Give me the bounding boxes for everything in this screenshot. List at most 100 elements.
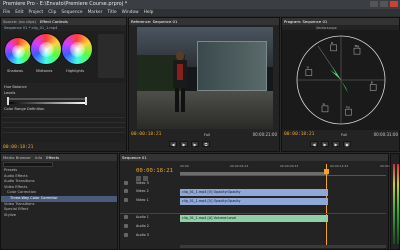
effects-panel: Media Browser Info Effects Presets Audio … — [0, 153, 118, 250]
program-timecode-current[interactable]: 00:00:18:21 — [284, 132, 314, 137]
track-area: Video 3 Video 2 Video 1 Audio 1 Audio 2 Audio… — [120, 180, 386, 248]
speaker-icon[interactable] — [124, 215, 128, 219]
wheel-area: Shadows Midtones Highlights — [2, 31, 125, 83]
tab-sequence[interactable]: Sequence 01 — [122, 154, 147, 161]
color-range-label: Color Range Definition — [4, 107, 45, 111]
pavement — [137, 91, 273, 129]
wheel-settings-strip — [98, 34, 124, 78]
playhead-handle[interactable] — [324, 169, 329, 174]
track-header[interactable]: Audio 1 — [136, 215, 149, 219]
program-zoom-select[interactable]: Full — [341, 133, 347, 137]
track-video-3: Video 3 — [120, 180, 358, 188]
vectorscope-target-label: Mg — [355, 44, 360, 48]
midtones-wheel[interactable] — [30, 33, 62, 65]
track-audio-3: Audio 3 — [120, 232, 358, 240]
effect-params — [2, 113, 125, 143]
tab-reference[interactable]: Reference: Sequence 01 — [131, 18, 177, 25]
reference-timecode-current[interactable]: 00:00:18:21 — [131, 132, 161, 137]
eye-icon[interactable] — [124, 189, 128, 193]
reference-monitor: Reference: Sequence 01 00:00:18:21 Full … — [128, 17, 280, 152]
effect-controls-footer: 00:00:18:21 — [3, 144, 33, 150]
reference-transport: ◀ ▶ ▶ ⧉ — [169, 141, 210, 147]
shadows-wheel[interactable] — [4, 37, 32, 65]
timeline-clip[interactable]: clip_01_1.mp4 [A] Volume:Level — [180, 215, 328, 222]
program-transport: ◀ ▶ ▶ ▣ — [310, 141, 351, 147]
reference-video-frame — [137, 27, 273, 129]
menu-item-edit[interactable]: Edit — [15, 9, 23, 16]
menu-item-title[interactable]: Title — [107, 9, 116, 16]
menu-item-window[interactable]: Window — [122, 9, 139, 16]
tab-effects[interactable]: Effects — [46, 154, 59, 161]
play-icon[interactable]: ▶ — [180, 141, 188, 147]
effect-controls-timecode[interactable]: 00:00:18:21 — [3, 145, 33, 150]
timeline-clip[interactable]: clip_01_1.mp4 [V] Opacity:Opacity — [180, 189, 328, 196]
track-header[interactable]: Audio 3 — [136, 233, 149, 237]
tab-source[interactable]: Source: (no clips) — [3, 18, 36, 25]
vectorscope-target-label: R — [331, 41, 333, 45]
track-header[interactable]: Video 2 — [136, 189, 149, 193]
timeline-tabs: Sequence 01 — [120, 154, 388, 161]
step-forward-icon[interactable]: ▶ — [191, 141, 199, 147]
highlights-wheel[interactable] — [61, 33, 93, 65]
timeline-clip[interactable]: clip_01_1.mp4 [V] Opacity:Opacity — [180, 198, 328, 205]
timeline-panel: Sequence 01 00:00:18:21 00:00 00:00:04:23… — [119, 153, 398, 250]
input-levels-slider[interactable] — [7, 97, 87, 101]
speaker-icon[interactable] — [124, 233, 128, 237]
window-title-bar: Premiere Pro - E:\Envato\Premiere Course… — [0, 0, 400, 9]
highlights-label: Highlights — [66, 69, 85, 73]
search-input[interactable] — [3, 162, 53, 167]
step-back-icon[interactable]: ◀ — [310, 141, 318, 147]
vectorscope-target-label: B — [371, 80, 373, 84]
menu-item-sequence[interactable]: Sequence — [61, 9, 82, 16]
tab-info[interactable]: Info — [35, 154, 42, 161]
output-levels-slider[interactable] — [7, 101, 87, 105]
program-monitor-tabs: Program: Sequence 01 — [282, 18, 399, 25]
minimize-icon[interactable] — [370, 1, 378, 7]
reference-monitor-tabs: Reference: Sequence 01 — [129, 18, 279, 25]
export-frame-icon[interactable]: ▣ — [343, 141, 351, 147]
midtones-label: Midtones — [36, 69, 53, 73]
person-figure — [173, 51, 187, 113]
menu-item-help[interactable]: Help — [144, 9, 154, 16]
program-monitor: Program: Sequence 01 Vectorscope R Mg B Cy G… — [281, 17, 400, 152]
tab-media-browser[interactable]: Media Browser — [3, 154, 31, 161]
step-forward-icon[interactable]: ▶ — [332, 141, 340, 147]
timeline-ruler[interactable]: 00:0000:00:04:2300:00:09:2300:00:14:2300… — [180, 164, 398, 176]
levels-row: Levels — [1, 91, 126, 105]
track-header[interactable]: Video 3 — [136, 181, 149, 185]
step-back-icon[interactable]: ◀ — [169, 141, 177, 147]
gang-icon[interactable]: ⧉ — [202, 141, 210, 147]
menu-item-marker[interactable]: Marker — [88, 9, 103, 16]
ruler-tick-label: 00:00:04:23 — [230, 164, 249, 168]
hue-balance-row: Hue Balance — [1, 83, 126, 91]
menu-bar: File Edit Project Clip Sequence Marker Title Wi… — [0, 9, 400, 16]
audio-meter-left — [393, 164, 395, 244]
maximize-icon[interactable] — [380, 1, 388, 7]
track-header[interactable]: Video 1 — [136, 198, 149, 202]
work-area-bar[interactable] — [180, 172, 328, 175]
window-title: Premiere Pro - E:\Envato\Premiere Course… — [3, 1, 128, 7]
eye-icon[interactable] — [124, 198, 128, 202]
audio-meters — [390, 153, 400, 250]
effects-list: Presets Audio Effects Audio Transitions Vid… — [1, 168, 117, 218]
track-audio-2: Audio 2 — [120, 223, 358, 231]
window-controls — [370, 1, 398, 7]
effects-list-item[interactable]: Stylize — [1, 213, 117, 219]
hue-balance-label: Hue Balance — [4, 85, 27, 89]
ruler-tick-label: 00:00 — [180, 164, 189, 168]
speaker-icon[interactable] — [124, 224, 128, 228]
tab-effect-controls[interactable]: Effect Controls — [40, 18, 68, 25]
play-icon[interactable]: ▶ — [321, 141, 329, 147]
reference-zoom-select[interactable]: Full — [204, 133, 210, 137]
eye-icon[interactable] — [124, 181, 128, 185]
vectorscope-target-label: Cy — [346, 105, 350, 109]
track-header[interactable]: Audio 2 — [136, 224, 149, 228]
menu-item-project[interactable]: Project — [29, 9, 44, 16]
menu-item-file[interactable]: File — [3, 9, 10, 16]
audio-meter-right — [397, 164, 399, 244]
menu-item-clip[interactable]: Clip — [48, 9, 56, 16]
tab-program[interactable]: Program: Sequence 01 — [284, 18, 327, 25]
close-icon[interactable] — [390, 1, 398, 7]
timeline-timecode[interactable]: 00:00:18:21 — [136, 168, 173, 174]
timeline-scrollbar[interactable] — [180, 245, 386, 248]
